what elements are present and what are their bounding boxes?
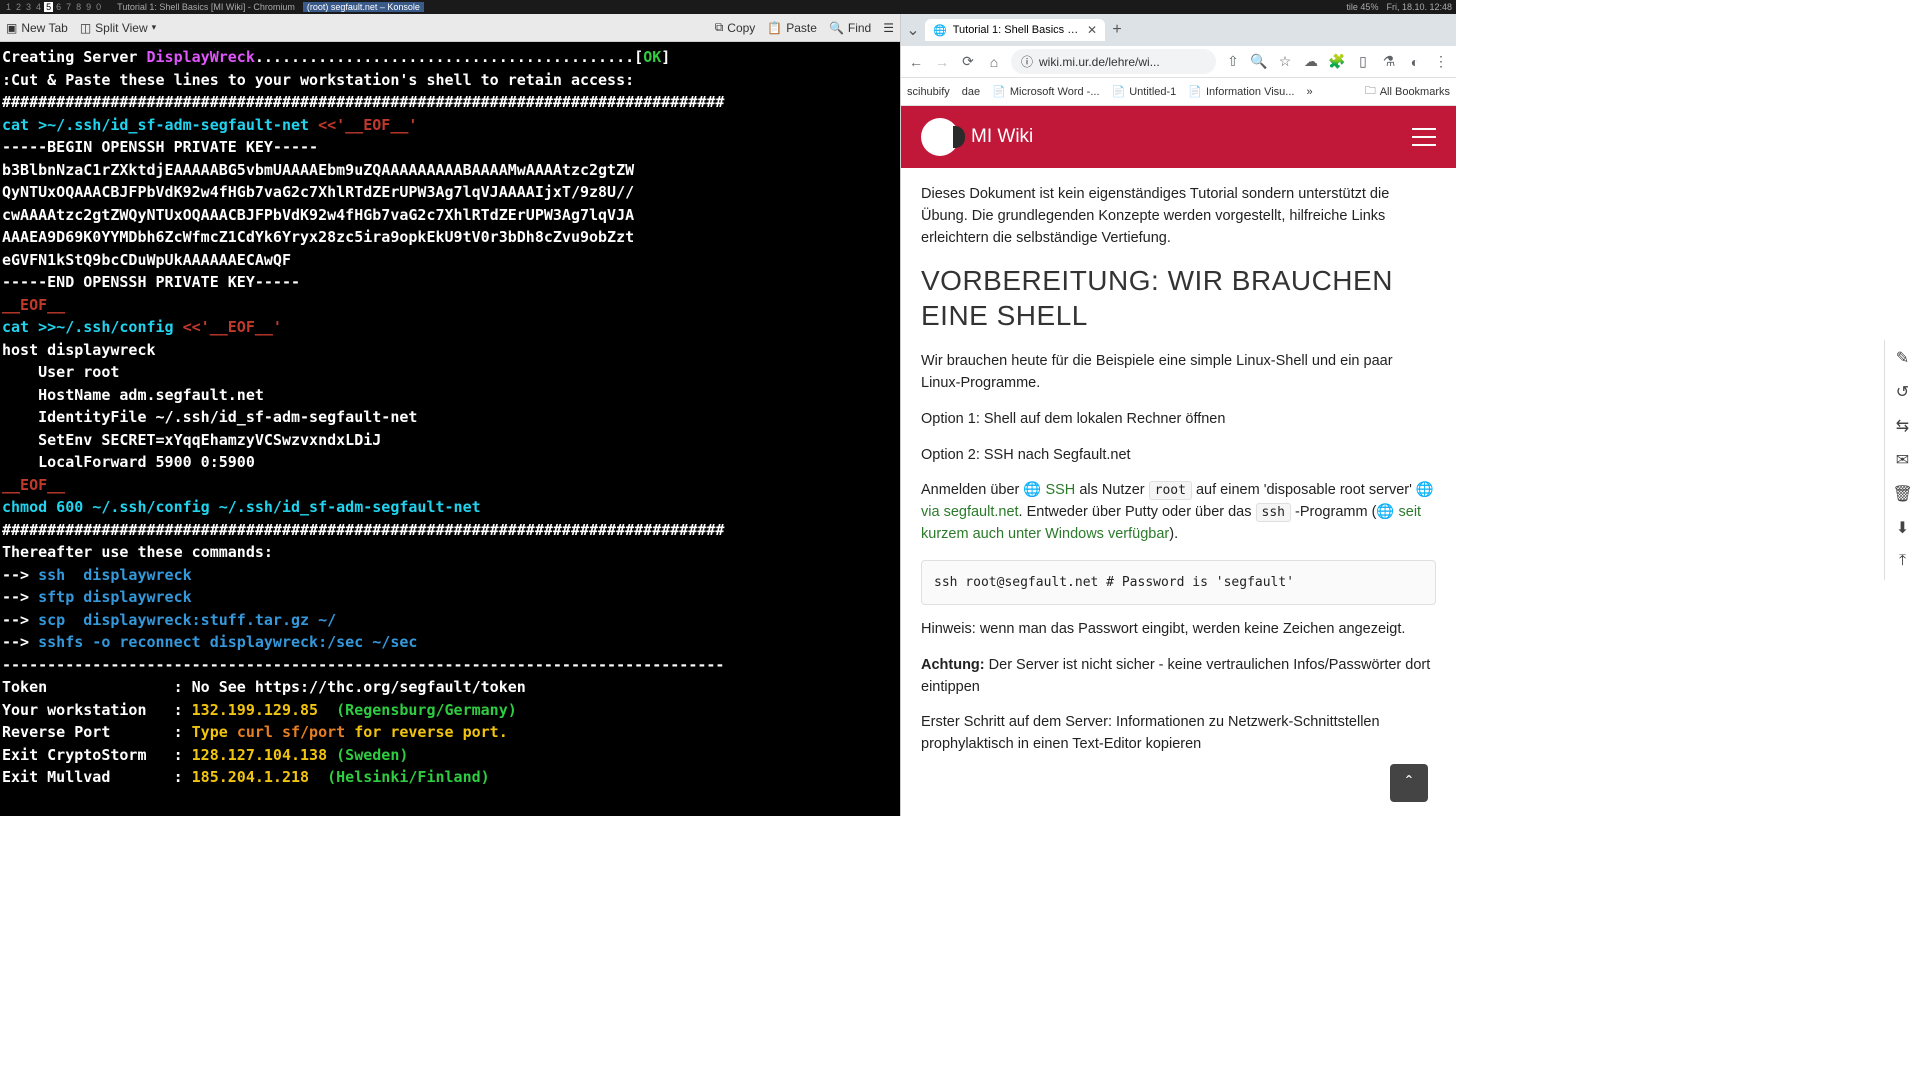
ssh-link[interactable]: SSH [1045, 482, 1075, 498]
browser-window: ⌄ 🌐 Tutorial 1: Shell Basics [MI ✕ + ← →… [900, 14, 1456, 816]
bookmark-overflow[interactable]: » [1306, 86, 1312, 98]
browser-tab[interactable]: 🌐 Tutorial 1: Shell Basics [MI ✕ [925, 19, 1105, 41]
konsole-window: ▣New Tab ◫Split View▾ ⧉Copy 📋Paste 🔍Find… [0, 14, 900, 816]
terminal-output[interactable]: Creating Server DisplayWreck............… [0, 42, 900, 816]
bookmark-item[interactable]: 📄Untitled-1 [1112, 85, 1177, 98]
wiki-content[interactable]: Dieses Dokument ist kein eigenständiges … [901, 168, 1456, 816]
segfault-link[interactable]: via segfault.net [921, 504, 1019, 520]
system-topbar: 1234567890 Tutorial 1: Shell Basics [MI … [0, 0, 1456, 14]
menu-button[interactable]: ☰ [883, 21, 894, 35]
wiki-header: MI Wiki [901, 106, 1456, 168]
home-button[interactable]: ⌂ [985, 53, 1003, 71]
menu-icon[interactable]: ⋮ [1432, 53, 1450, 71]
wiki-side-tools: ✎ ↺ ⇆ ✉ 🗑 ⬇ ⤒ [1884, 340, 1920, 580]
all-bookmarks-button[interactable]: 🗀All Bookmarks [1365, 82, 1450, 101]
copy-button[interactable]: ⧉Copy [715, 20, 756, 35]
zoom-icon[interactable]: 🔍 [1250, 53, 1268, 71]
wiki-logo-icon [921, 118, 959, 156]
globe-icon: 🌐 [1023, 482, 1041, 498]
bookmark-item[interactable]: 📄Information Visu... [1188, 85, 1294, 98]
browser-toolbar: ← → ⟳ ⌂ ⓘ wiki.mi.ur.de/lehre/wi... ⇧ 🔍 … [901, 46, 1456, 78]
profile-icon[interactable]: ◐ [1406, 53, 1424, 71]
back-button[interactable]: ← [907, 53, 925, 71]
globe-icon: 🌐 [1416, 482, 1434, 498]
puzzle-icon[interactable]: 🧩 [1328, 53, 1346, 71]
history-icon[interactable]: ↺ [1893, 382, 1913, 402]
top-icon[interactable]: ⤒ [1893, 552, 1913, 572]
lock-icon: ⓘ [1021, 53, 1033, 70]
bookmarks-bar: scihubify dae 📄Microsoft Word -... 📄Unti… [901, 78, 1456, 106]
flask-icon[interactable]: ⚗ [1380, 53, 1398, 71]
delete-icon[interactable]: 🗑 [1893, 484, 1913, 504]
globe-icon: 🌐 [1376, 504, 1394, 520]
new-tab-button[interactable]: ▣New Tab [6, 21, 68, 35]
bookmark-item[interactable]: 📄Microsoft Word -... [992, 85, 1099, 98]
panel-icon[interactable]: ▯ [1354, 53, 1372, 71]
new-tab-button[interactable]: + [1109, 22, 1125, 38]
bookmark-item[interactable]: dae [962, 86, 980, 98]
split-view-button[interactable]: ◫Split View▾ [80, 21, 156, 35]
tab-favicon-icon: 🌐 [933, 24, 947, 37]
scroll-to-top-button[interactable]: ˆ [1390, 764, 1428, 802]
cloud-icon[interactable]: ☁ [1302, 53, 1320, 71]
find-button[interactable]: 🔍Find [829, 21, 871, 35]
wiki-title: MI Wiki [971, 126, 1033, 148]
window-tabs[interactable]: Tutorial 1: Shell Basics [MI Wiki] - Chr… [113, 2, 424, 12]
wiki-heading: VORBEREITUNG: WIR BRAUCHEN EINE SHELL [921, 263, 1436, 333]
wiki-intro: Dieses Dokument ist kein eigenständiges … [921, 184, 1436, 249]
browser-tab-strip: ⌄ 🌐 Tutorial 1: Shell Basics [MI ✕ + [901, 14, 1456, 46]
workspace-switcher[interactable]: 1234567890 [4, 2, 103, 12]
tab-history-button[interactable]: ⌄ [905, 22, 921, 38]
bookmark-item[interactable]: scihubify [907, 86, 950, 98]
paste-button[interactable]: 📋Paste [767, 21, 817, 35]
export-pdf-icon[interactable]: ⬇ [1893, 518, 1913, 538]
backlinks-icon[interactable]: ⇆ [1893, 416, 1913, 436]
hamburger-menu-button[interactable] [1412, 128, 1436, 146]
konsole-toolbar: ▣New Tab ◫Split View▾ ⧉Copy 📋Paste 🔍Find… [0, 14, 900, 42]
close-tab-button[interactable]: ✕ [1087, 23, 1097, 37]
share-icon[interactable]: ⇧ [1224, 53, 1242, 71]
reload-button[interactable]: ⟳ [959, 53, 977, 71]
forward-button[interactable]: → [933, 53, 951, 71]
address-bar[interactable]: ⓘ wiki.mi.ur.de/lehre/wi... [1011, 49, 1216, 74]
edit-icon[interactable]: ✎ [1893, 348, 1913, 368]
topbar-status: tile 45% Fri, 18.10. 12:48 [1346, 2, 1452, 12]
code-block: ssh root@segfault.net # Password is 'seg… [921, 560, 1436, 606]
subscribe-icon[interactable]: ✉ [1893, 450, 1913, 470]
star-icon[interactable]: ☆ [1276, 53, 1294, 71]
